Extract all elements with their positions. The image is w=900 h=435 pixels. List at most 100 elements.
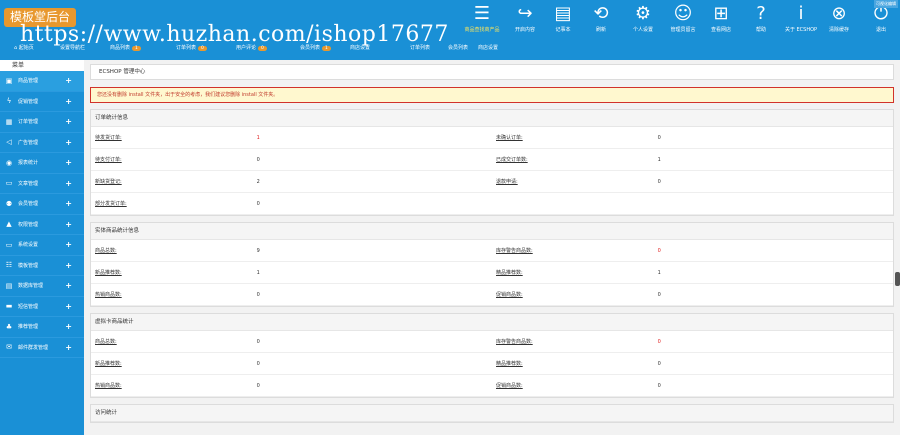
expand-plus-icon[interactable]: + [65, 322, 72, 331]
sidebar-item-12[interactable]: ♣ 推荐管理 + [0, 317, 84, 338]
stat-label[interactable]: 已成交订单数: [492, 156, 654, 163]
sidebar: 菜单 ▣ 商品管理 + ϟ 促销管理 + ▦ 订单管理 + ◁ 广告管理 + ◉ 报表统计 + ▭ 文章管理 + ⚉… [0, 60, 84, 435]
expand-plus-icon[interactable]: + [65, 199, 72, 208]
toolbar-button-1[interactable]: ↪ 开启内容 [506, 2, 544, 33]
stat-link[interactable]: 促销商品数: [496, 383, 523, 389]
stat-link[interactable]: 待支付订单: [95, 157, 122, 163]
toolbar-button-8[interactable]: i 关于 ECSHOP [782, 2, 820, 33]
stat-link[interactable]: 新缺货登记: [95, 179, 122, 185]
stat-label[interactable]: 热销商品数: [91, 382, 253, 389]
stat-link[interactable]: 新品推荐数: [95, 361, 122, 367]
expand-plus-icon[interactable]: + [65, 343, 72, 352]
message-icon: ☺ [673, 3, 693, 24]
quick-nav-item-9[interactable]: 商店设置 [478, 44, 498, 51]
stat-label[interactable]: 部分发货订单: [91, 200, 253, 207]
panel-title: 访问统计 [91, 405, 893, 422]
sidebar-item-label: 推荐管理 [18, 324, 39, 331]
sidebar-item-label: 商品管理 [18, 78, 39, 85]
stat-link[interactable]: 新品推荐数: [95, 270, 122, 276]
stat-link[interactable]: 热销商品数: [95, 383, 122, 389]
expand-plus-icon[interactable]: + [65, 240, 72, 249]
expand-plus-icon[interactable]: + [65, 117, 72, 126]
toolbar-button-2[interactable]: ▤ 记事本 [544, 2, 582, 33]
expand-plus-icon[interactable]: + [65, 158, 72, 167]
stat-label[interactable]: 促销商品数: [492, 382, 654, 389]
toolbar-button-4[interactable]: ⚙ 个人设置 [624, 2, 662, 33]
stat-label[interactable]: 新品推荐数: [91, 360, 253, 367]
expand-plus-icon[interactable]: + [65, 179, 72, 188]
sidebar-item-1[interactable]: ϟ 促销管理 + [0, 92, 84, 112]
sidebar-item-13[interactable]: ✉ 邮件群发管理 + [0, 338, 84, 358]
stat-value: 0 [657, 291, 661, 298]
sidebar-item-6[interactable]: ⚉ 会员管理 + [0, 194, 84, 215]
sidebar-item-9[interactable]: ☷ 模板管理 + [0, 256, 84, 276]
expand-plus-icon[interactable]: + [65, 261, 72, 270]
notepad-icon: ▤ [554, 3, 572, 24]
scrollbar-thumb[interactable] [895, 272, 900, 286]
article-icon: ▭ [5, 179, 13, 188]
stat-label[interactable]: 精品推荐数: [492, 360, 654, 367]
toolbar-button-7[interactable]: ? 帮助 [742, 2, 780, 33]
expand-plus-icon[interactable]: + [65, 281, 72, 290]
stat-label[interactable]: 新品推荐数: [91, 269, 253, 276]
sidebar-item-label: 短信管理 [18, 303, 39, 310]
quick-nav-item-8[interactable]: 会员列表 [448, 44, 468, 51]
stat-link[interactable]: 退款申请: [496, 179, 518, 185]
sidebar-item-3[interactable]: ◁ 广告管理 + [0, 133, 84, 153]
expand-plus-icon[interactable]: + [65, 138, 72, 147]
stat-label[interactable]: 库存警告商品数: [492, 338, 654, 345]
stat-label[interactable]: 商品总数: [91, 338, 253, 345]
stat-label[interactable]: 未确认订单: [492, 134, 654, 141]
sidebar-item-10[interactable]: ▤ 数据库管理 + [0, 276, 84, 297]
sidebar-item-7[interactable]: ▲ 权限管理 + [0, 215, 84, 235]
stat-link[interactable]: 未确认订单: [496, 135, 523, 141]
sidebar-item-8[interactable]: ▭ 系统设置 + [0, 235, 84, 256]
report-icon: ◉ [5, 158, 13, 167]
stat-link[interactable]: 精品推荐数: [496, 361, 523, 367]
stat-link[interactable]: 商品总数: [95, 339, 117, 345]
stat-label[interactable]: 精品推荐数: [492, 269, 654, 276]
stat-label[interactable]: 商品总数: [91, 247, 253, 254]
stat-link[interactable]: 库存警告商品数: [496, 248, 533, 254]
toolbar-button-3[interactable]: ⟲ 刷新 [582, 2, 620, 33]
quick-nav-label: 商店设置 [478, 45, 499, 51]
sidebar-item-0[interactable]: ▣ 商品管理 + [0, 71, 84, 92]
stat-label[interactable]: 新缺货登记: [91, 178, 253, 185]
sidebar-item-11[interactable]: ▬ 短信管理 + [0, 297, 84, 317]
stat-label[interactable]: 热销商品数: [91, 291, 253, 298]
expand-plus-icon[interactable]: + [65, 220, 72, 229]
stat-link[interactable]: 库存警告商品数: [496, 339, 533, 345]
sidebar-item-5[interactable]: ▭ 文章管理 + [0, 174, 84, 194]
stat-link[interactable]: 促销商品数: [496, 292, 523, 298]
toolbar-button-0[interactable]: ☰ 商品查找商产品 [463, 2, 501, 33]
visual-edit-label[interactable]: 可视化编辑 [874, 0, 898, 8]
stat-label[interactable]: 待发货订单: [91, 134, 253, 141]
toolbar-button-label: 关于 ECSHOP [784, 27, 818, 33]
stat-link[interactable]: 商品总数: [95, 248, 117, 254]
stat-label[interactable]: 退款申请: [492, 178, 654, 185]
watermark-text: https://www.huzhan.com/ishop17677 [20, 22, 449, 47]
toolbar-button-label: 开启内容 [514, 27, 535, 33]
stats-row: 待发货订单: 1 未确认订单: 0 [91, 127, 893, 149]
stat-label[interactable]: 待支付订单: [91, 156, 253, 163]
stats-row: 商品总数: 0 库存警告商品数: 0 [91, 331, 893, 353]
stat-value: 1 [256, 134, 260, 141]
toolbar-button-6[interactable]: ⊞ 查看网店 [702, 2, 740, 33]
expand-plus-icon[interactable]: + [65, 76, 72, 85]
expand-plus-icon[interactable]: + [65, 302, 72, 311]
stat-link[interactable]: 已成交订单数: [496, 157, 528, 163]
stat-link[interactable]: 热销商品数: [95, 292, 122, 298]
toolbar-button-5[interactable]: ☺ 管理员留言 [664, 2, 702, 33]
sidebar-item-2[interactable]: ▦ 订单管理 + [0, 112, 84, 133]
stat-link[interactable]: 部分发货订单: [95, 201, 127, 207]
expand-plus-icon[interactable]: + [65, 97, 72, 106]
stat-label[interactable]: 库存警告商品数: [492, 247, 654, 254]
stats-panel: 虚拟卡商品统计 商品总数: 0 库存警告商品数: 0 新品推荐数: 0 精品推荐数: 0 热销商品… [90, 313, 894, 398]
refresh-icon: ⟲ [593, 3, 609, 24]
toolbar-button-9[interactable]: ⊗ 清除缓存 [820, 2, 858, 33]
stat-label[interactable]: 促销商品数: [492, 291, 654, 298]
stat-link[interactable]: 待发货订单: [95, 135, 122, 141]
sidebar-item-4[interactable]: ◉ 报表统计 + [0, 153, 84, 174]
main-content: ECSHOP 管理中心 您还没有删除 install 文件夹，出于安全的考虑，我… [90, 64, 894, 423]
stat-link[interactable]: 精品推荐数: [496, 270, 523, 276]
